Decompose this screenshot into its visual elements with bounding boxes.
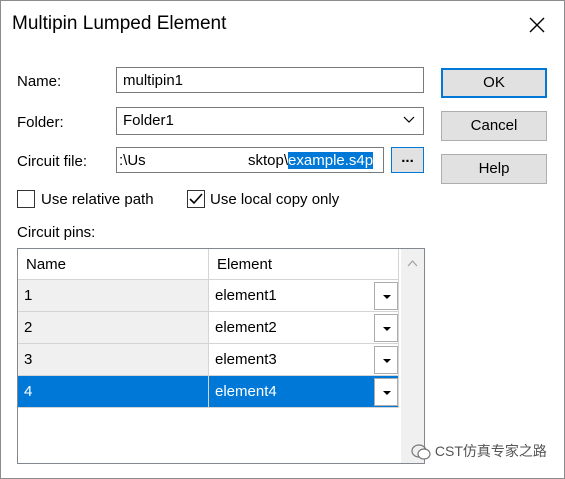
element-dropdown-button[interactable] [374, 346, 398, 374]
name-label: Name: [17, 73, 62, 90]
chevron-down-icon [403, 116, 415, 123]
local-copy-label: Use local copy only [210, 191, 340, 208]
relative-path-label: Use relative path [41, 191, 154, 208]
chevron-down-icon [383, 359, 391, 363]
local-copy-checkbox[interactable] [187, 190, 205, 208]
element-dropdown-button[interactable] [374, 314, 398, 342]
column-header-element[interactable]: Element [209, 249, 399, 280]
column-header-name[interactable]: Name [18, 249, 209, 280]
chevron-down-icon [383, 327, 391, 331]
vertical-scrollbar[interactable] [401, 249, 424, 463]
table-row-selected[interactable]: 4 element4 [18, 376, 399, 408]
name-input[interactable]: multipin1 [116, 67, 424, 93]
circuit-file-mid: sktop\ [248, 152, 289, 169]
window-title: Multipin Lumped Element [12, 13, 227, 34]
element-dropdown-button[interactable] [374, 282, 398, 310]
wechat-icon [411, 444, 431, 460]
pin-element-cell[interactable]: element2 [209, 312, 399, 344]
table-row[interactable]: 2 element2 [18, 312, 399, 344]
pin-name-cell: 4 [18, 376, 209, 408]
watermark-text: CST仿真专家之路 [434, 443, 547, 459]
help-button[interactable]: Help [441, 154, 547, 184]
circuit-pins-table[interactable]: Name Element 1 element1 2 element2 3 ele… [17, 248, 425, 464]
dialog-window: Multipin Lumped Element Name: multipin1 … [0, 0, 565, 479]
folder-select[interactable]: Folder1 [116, 107, 424, 135]
element-dropdown-button[interactable] [374, 378, 398, 406]
close-icon[interactable] [521, 9, 553, 41]
circuit-file-selection: example.s4p [288, 152, 374, 169]
checkmark-icon [189, 193, 203, 205]
pin-element-cell[interactable]: element1 [209, 280, 399, 312]
folder-value: Folder1 [123, 112, 174, 129]
circuit-file-prefix: :\Us [119, 152, 146, 169]
relative-path-checkbox[interactable] [17, 190, 35, 208]
watermark: CST仿真专家之路 [411, 441, 547, 461]
pin-name-cell: 3 [18, 344, 209, 376]
browse-button[interactable]: ... [391, 147, 424, 173]
table-row[interactable]: 1 element1 [18, 280, 399, 312]
circuit-file-input[interactable]: :\Us sktop\example.s4p [116, 147, 384, 173]
scroll-up-icon[interactable] [401, 254, 424, 274]
pin-name-cell: 1 [18, 280, 209, 312]
pin-name-cell: 2 [18, 312, 209, 344]
folder-label: Folder: [17, 114, 64, 131]
chevron-down-icon [383, 295, 391, 299]
circuit-file-label: Circuit file: [17, 153, 88, 170]
title-bar: Multipin Lumped Element [1, 1, 564, 47]
table-row[interactable]: 3 element3 [18, 344, 399, 376]
chevron-down-icon [383, 391, 391, 395]
pin-element-cell[interactable]: element4 [209, 376, 399, 408]
ok-button[interactable]: OK [441, 68, 547, 98]
circuit-pins-label: Circuit pins: [17, 224, 96, 241]
cancel-button[interactable]: Cancel [441, 111, 547, 141]
pin-element-cell[interactable]: element3 [209, 344, 399, 376]
